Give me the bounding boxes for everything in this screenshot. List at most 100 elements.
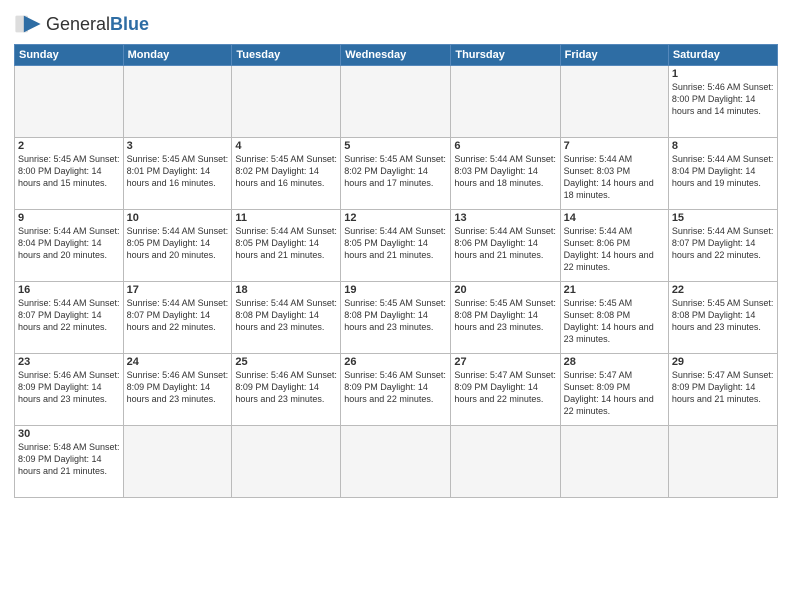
day-info: Sunrise: 5:46 AM Sunset: 8:09 PM Dayligh… xyxy=(235,369,337,405)
day-info: Sunrise: 5:45 AM Sunset: 8:08 PM Dayligh… xyxy=(454,297,556,333)
day-number: 13 xyxy=(454,212,556,224)
day-info: Sunrise: 5:45 AM Sunset: 8:02 PM Dayligh… xyxy=(235,153,337,189)
calendar-cell: 4Sunrise: 5:45 AM Sunset: 8:02 PM Daylig… xyxy=(232,138,341,210)
day-info: Sunrise: 5:45 AM Sunset: 8:08 PM Dayligh… xyxy=(672,297,774,333)
day-info: Sunrise: 5:48 AM Sunset: 8:09 PM Dayligh… xyxy=(18,441,120,477)
week-row-5: 23Sunrise: 5:46 AM Sunset: 8:09 PM Dayli… xyxy=(15,354,778,426)
calendar-cell: 12Sunrise: 5:44 AM Sunset: 8:05 PM Dayli… xyxy=(341,210,451,282)
calendar-cell: 29Sunrise: 5:47 AM Sunset: 8:09 PM Dayli… xyxy=(668,354,777,426)
day-number: 24 xyxy=(127,356,229,368)
day-number: 16 xyxy=(18,284,120,296)
day-number: 8 xyxy=(672,140,774,152)
page: GeneralBlue SundayMondayTuesdayWednesday… xyxy=(0,0,792,612)
day-number: 22 xyxy=(672,284,774,296)
day-number: 6 xyxy=(454,140,556,152)
week-row-6: 30Sunrise: 5:48 AM Sunset: 8:09 PM Dayli… xyxy=(15,426,778,498)
day-number: 20 xyxy=(454,284,556,296)
day-number: 21 xyxy=(564,284,665,296)
day-info: Sunrise: 5:45 AM Sunset: 8:08 PM Dayligh… xyxy=(564,297,665,346)
day-info: Sunrise: 5:44 AM Sunset: 8:04 PM Dayligh… xyxy=(672,153,774,189)
calendar-cell: 10Sunrise: 5:44 AM Sunset: 8:05 PM Dayli… xyxy=(123,210,232,282)
calendar-cell xyxy=(15,66,124,138)
day-info: Sunrise: 5:44 AM Sunset: 8:05 PM Dayligh… xyxy=(344,225,447,261)
day-info: Sunrise: 5:47 AM Sunset: 8:09 PM Dayligh… xyxy=(672,369,774,405)
calendar-cell: 27Sunrise: 5:47 AM Sunset: 8:09 PM Dayli… xyxy=(451,354,560,426)
calendar-cell: 20Sunrise: 5:45 AM Sunset: 8:08 PM Dayli… xyxy=(451,282,560,354)
calendar-cell: 13Sunrise: 5:44 AM Sunset: 8:06 PM Dayli… xyxy=(451,210,560,282)
day-number: 4 xyxy=(235,140,337,152)
calendar-cell: 6Sunrise: 5:44 AM Sunset: 8:03 PM Daylig… xyxy=(451,138,560,210)
calendar-cell xyxy=(560,426,668,498)
day-number: 3 xyxy=(127,140,229,152)
day-info: Sunrise: 5:44 AM Sunset: 8:06 PM Dayligh… xyxy=(454,225,556,261)
day-number: 26 xyxy=(344,356,447,368)
calendar-cell xyxy=(123,66,232,138)
calendar-cell: 28Sunrise: 5:47 AM Sunset: 8:09 PM Dayli… xyxy=(560,354,668,426)
day-number: 11 xyxy=(235,212,337,224)
calendar-cell: 23Sunrise: 5:46 AM Sunset: 8:09 PM Dayli… xyxy=(15,354,124,426)
calendar-cell: 30Sunrise: 5:48 AM Sunset: 8:09 PM Dayli… xyxy=(15,426,124,498)
day-number: 28 xyxy=(564,356,665,368)
calendar-cell: 14Sunrise: 5:44 AM Sunset: 8:06 PM Dayli… xyxy=(560,210,668,282)
day-number: 25 xyxy=(235,356,337,368)
day-number: 19 xyxy=(344,284,447,296)
day-info: Sunrise: 5:46 AM Sunset: 8:09 PM Dayligh… xyxy=(127,369,229,405)
day-info: Sunrise: 5:44 AM Sunset: 8:05 PM Dayligh… xyxy=(127,225,229,261)
logo-text: GeneralBlue xyxy=(46,14,149,35)
weekday-header-saturday: Saturday xyxy=(668,45,777,66)
day-number: 29 xyxy=(672,356,774,368)
calendar-cell: 16Sunrise: 5:44 AM Sunset: 8:07 PM Dayli… xyxy=(15,282,124,354)
week-row-3: 9Sunrise: 5:44 AM Sunset: 8:04 PM Daylig… xyxy=(15,210,778,282)
day-info: Sunrise: 5:45 AM Sunset: 8:02 PM Dayligh… xyxy=(344,153,447,189)
day-number: 17 xyxy=(127,284,229,296)
weekday-header-monday: Monday xyxy=(123,45,232,66)
weekday-header-wednesday: Wednesday xyxy=(341,45,451,66)
calendar-cell xyxy=(451,426,560,498)
logo-icon xyxy=(14,10,42,38)
day-number: 12 xyxy=(344,212,447,224)
day-info: Sunrise: 5:44 AM Sunset: 8:03 PM Dayligh… xyxy=(564,153,665,202)
calendar-cell: 9Sunrise: 5:44 AM Sunset: 8:04 PM Daylig… xyxy=(15,210,124,282)
calendar-cell: 17Sunrise: 5:44 AM Sunset: 8:07 PM Dayli… xyxy=(123,282,232,354)
calendar-cell: 11Sunrise: 5:44 AM Sunset: 8:05 PM Dayli… xyxy=(232,210,341,282)
day-info: Sunrise: 5:44 AM Sunset: 8:07 PM Dayligh… xyxy=(127,297,229,333)
day-info: Sunrise: 5:45 AM Sunset: 8:01 PM Dayligh… xyxy=(127,153,229,189)
day-number: 7 xyxy=(564,140,665,152)
day-number: 14 xyxy=(564,212,665,224)
day-number: 23 xyxy=(18,356,120,368)
header: GeneralBlue xyxy=(14,10,778,38)
day-info: Sunrise: 5:44 AM Sunset: 8:08 PM Dayligh… xyxy=(235,297,337,333)
calendar-cell: 22Sunrise: 5:45 AM Sunset: 8:08 PM Dayli… xyxy=(668,282,777,354)
logo: GeneralBlue xyxy=(14,10,149,38)
day-info: Sunrise: 5:44 AM Sunset: 8:04 PM Dayligh… xyxy=(18,225,120,261)
calendar-cell: 8Sunrise: 5:44 AM Sunset: 8:04 PM Daylig… xyxy=(668,138,777,210)
calendar-cell: 24Sunrise: 5:46 AM Sunset: 8:09 PM Dayli… xyxy=(123,354,232,426)
calendar-cell: 2Sunrise: 5:45 AM Sunset: 8:00 PM Daylig… xyxy=(15,138,124,210)
day-number: 18 xyxy=(235,284,337,296)
day-info: Sunrise: 5:44 AM Sunset: 8:03 PM Dayligh… xyxy=(454,153,556,189)
day-number: 30 xyxy=(18,428,120,440)
day-number: 5 xyxy=(344,140,447,152)
calendar-cell: 7Sunrise: 5:44 AM Sunset: 8:03 PM Daylig… xyxy=(560,138,668,210)
calendar-cell xyxy=(232,66,341,138)
day-number: 1 xyxy=(672,68,774,80)
day-info: Sunrise: 5:46 AM Sunset: 8:09 PM Dayligh… xyxy=(18,369,120,405)
week-row-2: 2Sunrise: 5:45 AM Sunset: 8:00 PM Daylig… xyxy=(15,138,778,210)
weekday-header-row: SundayMondayTuesdayWednesdayThursdayFrid… xyxy=(15,45,778,66)
day-number: 27 xyxy=(454,356,556,368)
calendar-cell: 18Sunrise: 5:44 AM Sunset: 8:08 PM Dayli… xyxy=(232,282,341,354)
calendar: SundayMondayTuesdayWednesdayThursdayFrid… xyxy=(14,44,778,498)
calendar-cell xyxy=(123,426,232,498)
calendar-cell: 5Sunrise: 5:45 AM Sunset: 8:02 PM Daylig… xyxy=(341,138,451,210)
calendar-cell: 26Sunrise: 5:46 AM Sunset: 8:09 PM Dayli… xyxy=(341,354,451,426)
day-number: 2 xyxy=(18,140,120,152)
calendar-cell: 21Sunrise: 5:45 AM Sunset: 8:08 PM Dayli… xyxy=(560,282,668,354)
calendar-cell xyxy=(341,426,451,498)
week-row-4: 16 Sunrise: 5:44 AM Sunset: 8:07 PM Dayli… xyxy=(15,282,778,354)
day-info: Sunrise: 5:46 AM Sunset: 8:09 PM Dayligh… xyxy=(344,369,447,405)
calendar-cell xyxy=(668,426,777,498)
weekday-header-friday: Friday xyxy=(560,45,668,66)
day-number: 10 xyxy=(127,212,229,224)
day-info: Sunrise: 5:47 AM Sunset: 8:09 PM Dayligh… xyxy=(454,369,556,405)
calendar-cell xyxy=(341,66,451,138)
